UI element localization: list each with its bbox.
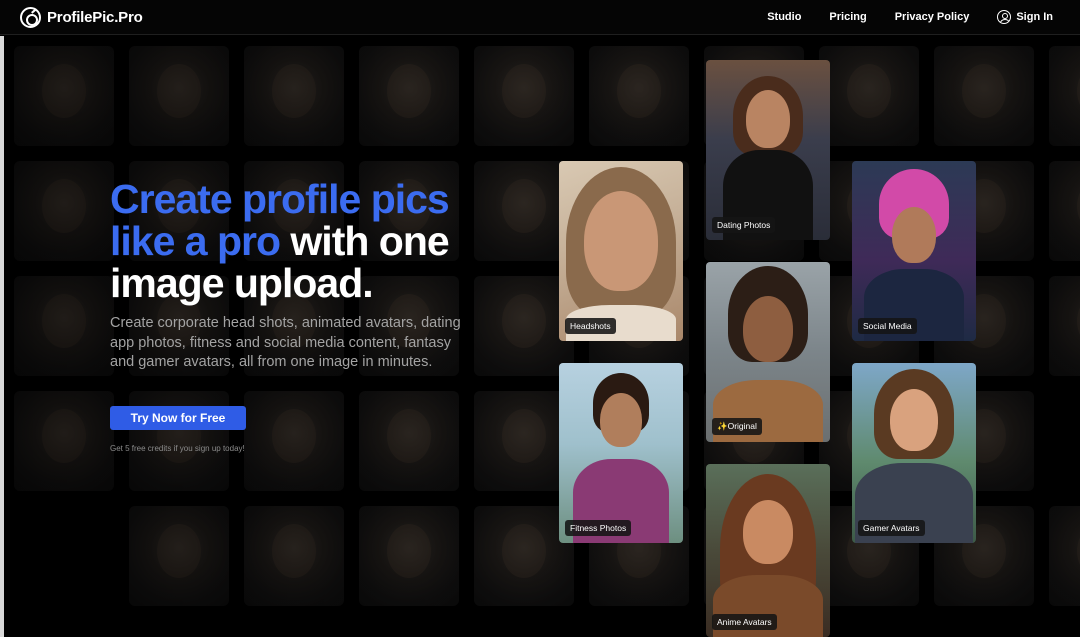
camera-lens-icon	[20, 6, 41, 28]
card-image-face	[584, 191, 658, 291]
card-anime-avatars[interactable]: Anime Avatars	[706, 464, 830, 637]
card-social-media[interactable]: Social Media	[852, 161, 976, 341]
card-label: ✨Original	[712, 418, 762, 435]
card-image-face	[743, 296, 793, 362]
card-label: Headshots	[565, 318, 616, 334]
sign-in-label: Sign In	[1016, 11, 1053, 23]
card-image-face	[892, 207, 936, 263]
logo-text: ProfilePic.Pro	[47, 8, 143, 26]
headline-accent-line-1: Create profile pics	[110, 176, 450, 222]
headline-white-line-3: image upload.	[110, 260, 374, 306]
top-nav-bar: ProfilePic.Pro Studio Pricing Privacy Po…	[0, 0, 1080, 35]
headline-accent-line-2: like a pro	[110, 218, 281, 264]
free-credits-note: Get 5 free credits if you sign up today!	[110, 443, 245, 453]
hero-headline: Create profile pics like a pro with one …	[110, 178, 530, 304]
user-circle-icon	[997, 10, 1012, 24]
nav-pricing-link[interactable]: Pricing	[829, 11, 866, 23]
card-image-face	[743, 500, 793, 564]
logo[interactable]: ProfilePic.Pro	[20, 6, 143, 28]
card-fitness-photos[interactable]: Fitness Photos	[559, 363, 683, 543]
sign-in-link[interactable]: Sign In	[997, 10, 1053, 24]
card-label: Anime Avatars	[712, 614, 777, 630]
card-label: Fitness Photos	[565, 520, 632, 536]
card-image-face	[600, 393, 642, 447]
card-dating-photos[interactable]: Dating Photos	[706, 60, 830, 240]
hero-section: Create profile pics like a pro with one …	[110, 178, 530, 453]
card-image-face	[890, 389, 938, 451]
card-label: Gamer Avatars	[858, 520, 925, 536]
try-now-button[interactable]: Try Now for Free	[110, 405, 246, 430]
hero-description: Create corporate head shots, animated av…	[110, 315, 461, 370]
headline-white-line-2: with one	[280, 218, 449, 264]
card-label: Dating Photos	[712, 217, 776, 233]
nav-studio-link[interactable]: Studio	[767, 11, 801, 23]
card-label: Social Media	[858, 318, 917, 334]
nav-privacy-link[interactable]: Privacy Policy	[895, 11, 970, 23]
card-original[interactable]: ✨Original	[706, 262, 830, 442]
card-headshots[interactable]: Headshots	[559, 161, 683, 341]
main-nav: Studio Pricing Privacy Policy Sign In	[767, 10, 1053, 24]
card-gamer-avatars[interactable]: Gamer Avatars	[852, 363, 976, 543]
card-image-face	[746, 90, 790, 148]
